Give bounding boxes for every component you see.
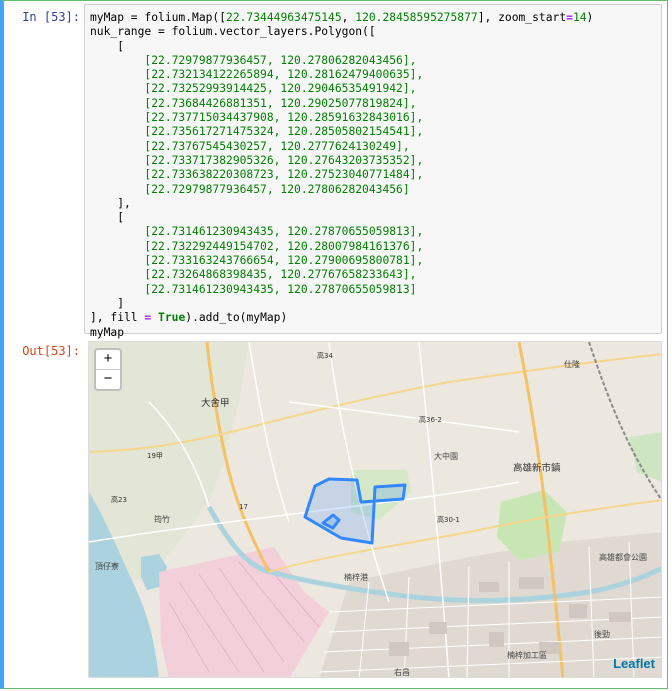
code-line: [22.72979877936457, 120.27806282043456], — [90, 53, 417, 67]
map-output[interactable]: 大舍甲 高雄新市鎮 大中園 頂仔寮 楠梓港 後勁 右昌 筠竹 仕隆 楠梓加工區 … — [88, 341, 662, 678]
map-label: 19甲 — [147, 452, 163, 460]
map-tiles[interactable]: 大舍甲 高雄新市鎮 大中園 頂仔寮 楠梓港 後勁 右昌 筠竹 仕隆 楠梓加工區 … — [89, 342, 662, 678]
code-line: [22.73264868398435, 120.27767658233643], — [90, 268, 417, 282]
code-line: [22.731461230943435, 120.27870655059813] — [90, 282, 417, 296]
code-token: ], zoom_start — [477, 11, 567, 24]
code-line: [22.732134122265894, 120.28162479400635]… — [90, 68, 424, 82]
map-label: 楠梓港 — [344, 572, 368, 582]
code-line: [22.731461230943435, 120.27870655059813]… — [90, 225, 424, 239]
code-line: [22.733638220308723, 120.27523040771484]… — [90, 168, 424, 182]
code-token: 22.73444963475145 — [226, 11, 342, 24]
code-token: ).add_to(myMap) — [185, 311, 288, 325]
zoom-control: + − — [94, 348, 122, 391]
code-text[interactable]: myMap = folium.Map([22.73444963475145, 1… — [85, 5, 661, 340]
code-line: ] — [90, 296, 125, 310]
output-prompt: Out[53]: — [22, 344, 80, 358]
map-label: 高36-2 — [419, 415, 442, 424]
code-line: nuk_range = folium.vector_layers.Polygon… — [90, 25, 376, 39]
code-token: ], fill — [90, 311, 145, 325]
code-editor[interactable]: myMap = folium.Map([22.73444963475145, 1… — [84, 4, 662, 339]
zoom-out-button[interactable]: − — [96, 369, 120, 389]
code-line: ], — [90, 196, 131, 210]
map-label: 仕隆 — [564, 359, 580, 369]
code-line: [ — [90, 211, 125, 225]
code-line: [22.73252993914425, 120.29046535491942], — [90, 82, 417, 96]
zoom-in-button[interactable]: + — [96, 350, 120, 369]
code-line: [22.72979877936457, 120.27806282043456] — [90, 182, 410, 196]
input-prompt: In [53]: — [22, 10, 80, 24]
map-label: 高30-1 — [437, 515, 460, 524]
code-token: 14 — [572, 11, 587, 24]
code-line: [22.732292449154702, 120.28007984161376]… — [90, 239, 424, 253]
code-line: [22.73767545430257, 120.2777624130249], — [90, 139, 410, 153]
code-token: myMap = folium.Map([ — [90, 11, 227, 24]
code-line: myMap — [90, 325, 125, 339]
code-token: 120.28458595275877 — [355, 11, 478, 24]
code-token: , — [341, 11, 356, 24]
map-label: 右昌 — [394, 667, 410, 677]
code-line: [22.737715034437908, 120.28591632843016]… — [90, 111, 424, 125]
code-line: [22.73684426881351, 120.29025077819824], — [90, 96, 417, 110]
code-line: [ — [90, 39, 125, 53]
map-label: 大中園 — [434, 451, 458, 461]
map-label: 17 — [239, 503, 248, 511]
code-token: True — [158, 311, 186, 325]
map-label: 楠梓加工區 — [507, 650, 547, 660]
leaflet-attribution-link[interactable]: Leaflet — [613, 656, 655, 671]
code-token: ) — [586, 11, 594, 24]
map-label: 高34 — [317, 351, 333, 360]
map-label: 高23 — [111, 495, 127, 504]
code-token: = — [144, 311, 152, 325]
code-line: [22.733717382905326, 120.27643203735352]… — [90, 153, 424, 167]
map-label: 高雄新市鎮 — [513, 462, 561, 474]
map-label: 筠竹 — [154, 514, 170, 524]
map-label: 大舍甲 — [201, 397, 230, 409]
code-line: [22.733163243766654, 120.27900695800781]… — [90, 254, 424, 268]
map-label: 頂仔寮 — [95, 561, 119, 571]
code-token: = — [566, 11, 573, 24]
map-label: 後勁 — [594, 629, 610, 639]
map-label: 高雄都會公園 — [599, 552, 647, 562]
code-line: [22.735617271475324, 120.28505802154541]… — [90, 125, 424, 139]
